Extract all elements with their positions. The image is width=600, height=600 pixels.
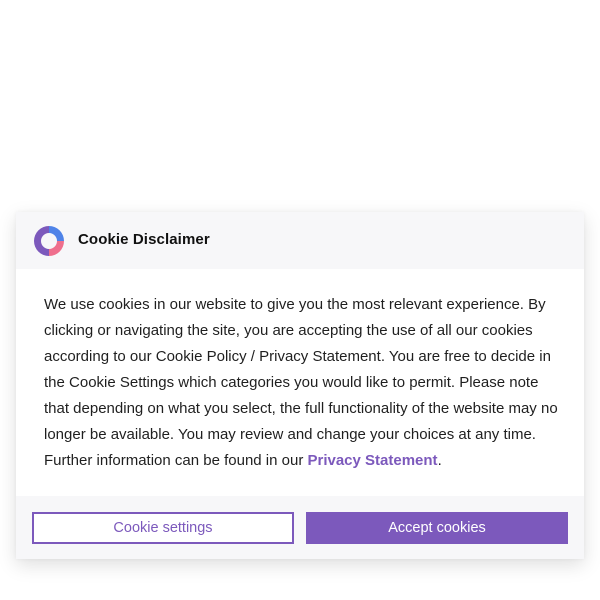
disclaimer-text-suffix: . — [437, 452, 442, 469]
dialog-body: We use cookies in our website to give yo… — [44, 292, 564, 474]
accept-cookies-button[interactable]: Accept cookies — [306, 512, 568, 544]
disclaimer-text: We use cookies in our website to give yo… — [44, 296, 558, 469]
page: Cookie Disclaimer We use cookies in our … — [0, 0, 600, 600]
cookie-dialog: Cookie Disclaimer We use cookies in our … — [16, 212, 584, 559]
dialog-header: Cookie Disclaimer — [16, 212, 584, 269]
dialog-title: Cookie Disclaimer — [78, 231, 210, 248]
cookie-logo-icon — [34, 226, 64, 256]
privacy-statement-link[interactable]: Privacy Statement — [307, 452, 437, 469]
cookie-settings-button[interactable]: Cookie settings — [32, 512, 294, 544]
dialog-footer: Cookie settings Accept cookies — [16, 496, 584, 559]
